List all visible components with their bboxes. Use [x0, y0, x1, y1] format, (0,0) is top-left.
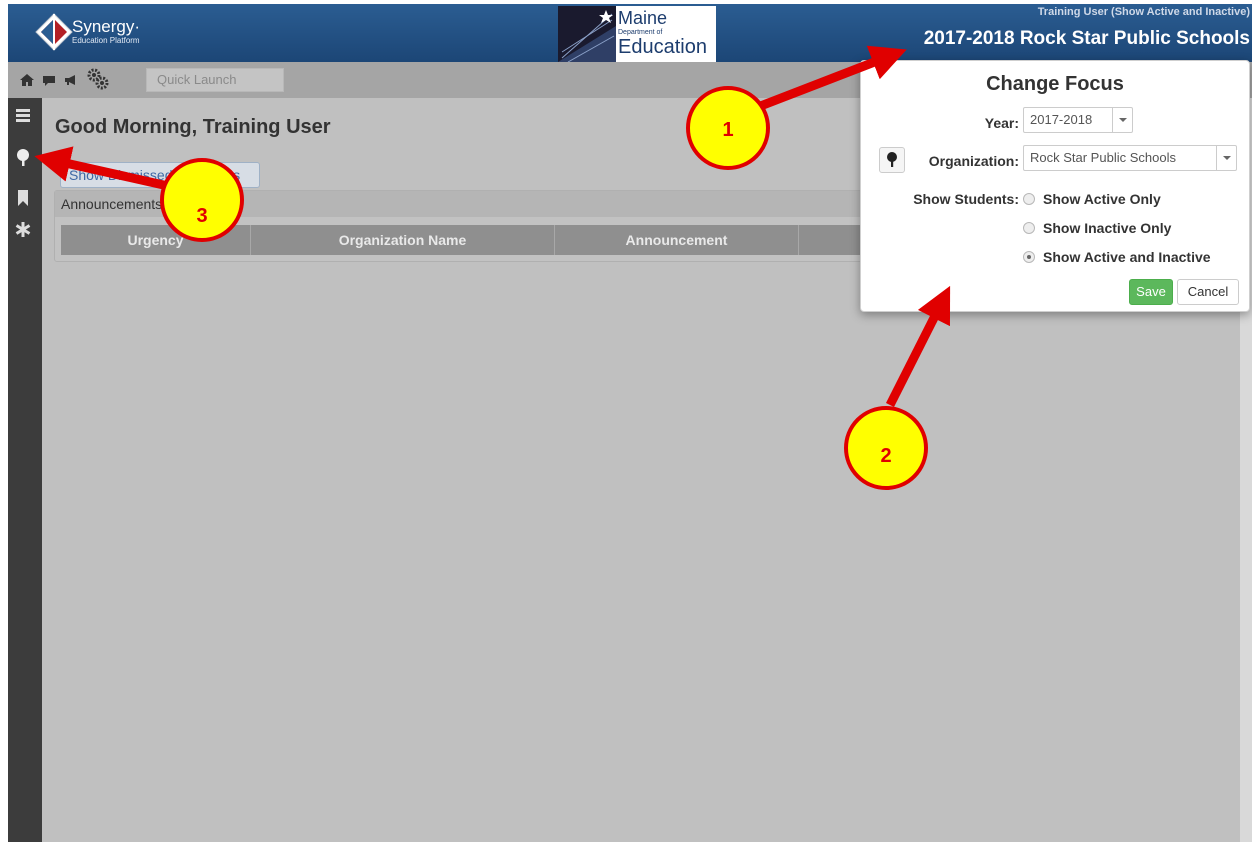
synergy-logo-icon — [35, 13, 73, 51]
megaphone-icon[interactable] — [62, 71, 80, 89]
brand: Synergy· Education Platform — [72, 18, 140, 46]
home-icon[interactable] — [18, 71, 36, 89]
user-label[interactable]: Training User (Show Active and Inactive) — [1038, 6, 1250, 18]
brand-name: Synergy· — [72, 17, 141, 36]
popover-title: Change Focus — [986, 73, 1124, 95]
annotation-badge-1: 1 — [686, 86, 770, 170]
radio-show-inactive-only[interactable]: Show Inactive Only — [1023, 220, 1171, 236]
column-header-organization[interactable]: Organization Name — [251, 225, 555, 255]
radio-label: Show Active Only — [1043, 191, 1161, 207]
tree-icon[interactable] — [14, 148, 34, 168]
year-value: 2017-2018 — [1030, 112, 1093, 127]
radio-checked-icon — [1023, 251, 1035, 263]
gears-icon[interactable] — [86, 67, 110, 91]
change-focus-popover: Change Focus Year: 2017-2018 Organizatio… — [860, 60, 1250, 312]
radio-icon — [1023, 222, 1035, 234]
radio-label: Show Inactive Only — [1043, 220, 1172, 236]
year-select[interactable]: 2017-2018 — [1023, 107, 1133, 133]
organization-value: Rock Star Public Schools — [1030, 150, 1176, 165]
organization-label: Organization: — [928, 153, 1019, 169]
radio-show-active-only[interactable]: Show Active Only — [1023, 191, 1161, 207]
organization-select[interactable]: Rock Star Public Schools — [1023, 145, 1237, 171]
radio-show-active-and-inactive[interactable]: Show Active and Inactive — [1023, 249, 1211, 265]
year-label: Year: — [984, 115, 1019, 131]
asterisk-icon[interactable] — [14, 220, 34, 240]
save-button[interactable]: Save — [1129, 279, 1173, 305]
annotation-badge-2: 2 — [844, 406, 928, 490]
focus-label[interactable]: 2017-2018 Rock Star Public Schools — [924, 28, 1250, 50]
doe-line1: Maine — [618, 8, 668, 28]
quick-launch-input[interactable]: Quick Launch — [146, 68, 284, 92]
chevron-down-icon — [1216, 146, 1236, 170]
sidebar — [8, 98, 42, 842]
show-students-label: Show Students: — [913, 191, 1019, 207]
annotation-badge-3: 3 — [160, 158, 244, 242]
cancel-button[interactable]: Cancel — [1177, 279, 1239, 305]
top-header: Synergy· Education Platform Maine Depart… — [8, 4, 1252, 62]
organization-tree-button[interactable] — [879, 147, 905, 173]
tree-icon — [887, 152, 897, 167]
column-header-announcement[interactable]: Announcement — [555, 225, 799, 255]
bookmark-icon[interactable] — [14, 188, 34, 208]
radio-label: Show Active and Inactive — [1043, 249, 1211, 265]
chat-icon[interactable] — [40, 71, 58, 89]
doe-graphic-icon — [558, 6, 616, 62]
brand-subtitle: Education Platform — [72, 36, 140, 45]
maine-doe-logo: Maine Department of Education — [558, 6, 716, 62]
doe-line3: Education — [618, 36, 707, 58]
page-title: Good Morning, Training User — [55, 116, 331, 138]
chevron-down-icon — [1112, 108, 1132, 132]
menu-icon[interactable] — [14, 106, 34, 126]
doe-line2: Department of — [618, 29, 663, 36]
radio-icon — [1023, 193, 1035, 205]
